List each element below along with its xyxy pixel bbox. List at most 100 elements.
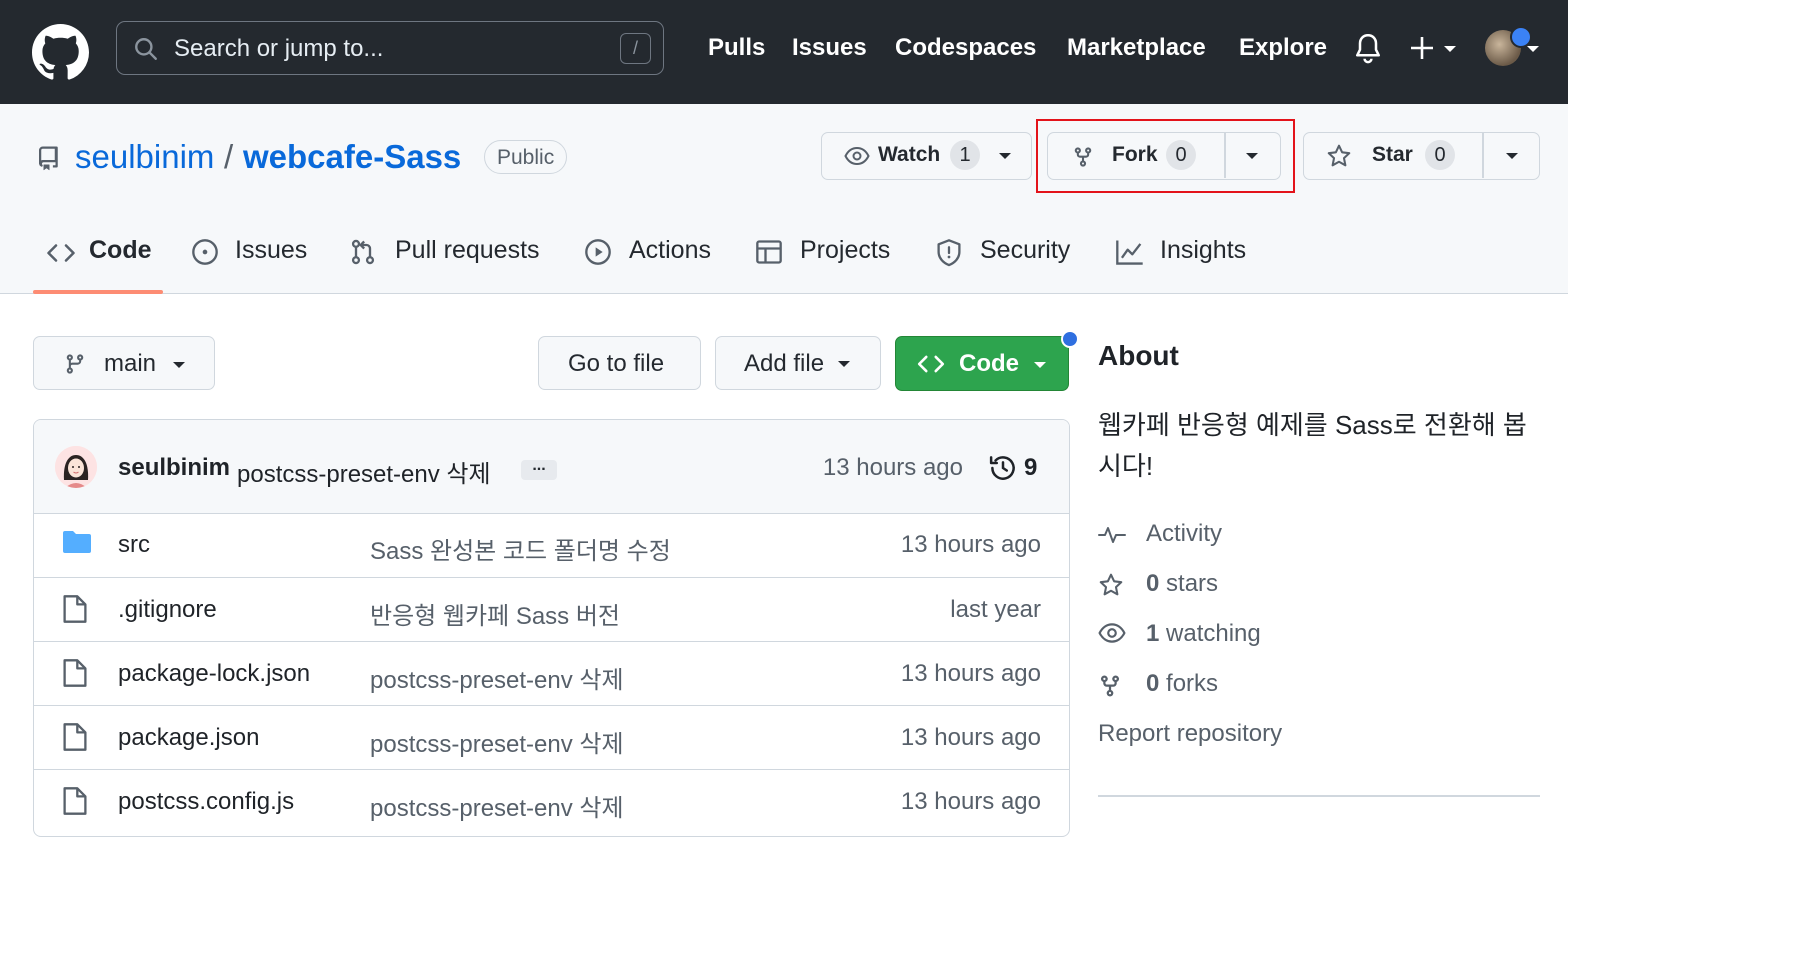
stars-count: 0 [1146, 570, 1160, 597]
branch-select-button[interactable]: main [33, 336, 215, 390]
file-browser: seulbinim postcss-preset-env 삭제 ... 13 h… [33, 419, 1070, 837]
go-to-file-label: Go to file [568, 350, 665, 377]
chevron-down-icon[interactable] [1526, 44, 1540, 54]
history-icon[interactable] [988, 453, 1018, 483]
top-header: Search or jump to... / Pulls Issues Code… [0, 0, 1568, 104]
file-commit-message[interactable]: 반응형 웹카페 Sass 버전 [370, 596, 620, 631]
file-name[interactable]: postcss.config.js [118, 788, 294, 816]
shield-icon [935, 238, 963, 268]
watch-button[interactable]: Watch 1 [822, 133, 993, 178]
commit-author-avatar[interactable] [55, 446, 97, 488]
search-shortcut-key: / [620, 33, 651, 64]
nav-codespaces[interactable]: Codespaces [895, 34, 1036, 62]
file-name[interactable]: src [118, 531, 150, 559]
branch-name: main [104, 350, 157, 377]
chevron-down-icon [172, 361, 186, 370]
visibility-badge: Public [484, 140, 568, 174]
play-icon [584, 238, 612, 266]
file-row[interactable]: .gitignore 반응형 웹카페 Sass 버전 last year [34, 577, 1069, 641]
nav-issues[interactable]: Issues [792, 34, 867, 62]
file-commit-time: last year [950, 596, 1041, 623]
activity-label: Activity [1146, 520, 1223, 547]
file-name[interactable]: package.json [118, 724, 259, 752]
watching-label: watching [1166, 620, 1261, 647]
folder-icon [62, 529, 92, 555]
file-name[interactable]: .gitignore [118, 596, 217, 624]
file-commit-message[interactable]: Sass 완성본 코드 폴더명 수정 [370, 531, 671, 566]
issue-icon [191, 238, 219, 266]
watching-count: 1 [1146, 620, 1160, 647]
tab-security[interactable]: Security [980, 236, 1070, 265]
tab-issues[interactable]: Issues [235, 236, 307, 265]
repo-name-link[interactable]: webcafe-Sass [243, 138, 461, 176]
chevron-down-icon[interactable] [1505, 152, 1519, 161]
file-row[interactable]: postcss.config.js postcss-preset-env 삭제 … [34, 769, 1069, 833]
file-commit-time: 13 hours ago [900, 660, 1041, 687]
about-description: 웹카페 반응형 예제를 Sass로 전환해 봅시다! [1098, 410, 1527, 481]
star-button[interactable]: Star 0 [1304, 133, 1482, 178]
chevron-down-icon [1033, 361, 1047, 370]
star-label: Star [1372, 143, 1413, 166]
fork-icon [1098, 672, 1122, 700]
watch-button-group: Watch 1 [821, 132, 1032, 180]
add-file-button[interactable]: Add file [715, 336, 881, 390]
file-row[interactable]: package-lock.json postcss-preset-env 삭제 … [34, 641, 1069, 705]
create-new-menu[interactable] [1408, 32, 1460, 64]
file-icon [62, 722, 88, 752]
tab-actions[interactable]: Actions [629, 236, 711, 265]
graph-icon [1115, 238, 1145, 266]
file-row[interactable]: src Sass 완성본 코드 폴더명 수정 13 hours ago [34, 513, 1069, 577]
about-heading: About [1098, 340, 1179, 371]
tab-insights[interactable]: Insights [1160, 236, 1246, 265]
tab-projects[interactable]: Projects [800, 236, 890, 265]
search-icon [133, 36, 159, 62]
forks-label: forks [1166, 670, 1219, 697]
add-file-label: Add file [744, 350, 825, 377]
sidebar-divider [1098, 795, 1540, 797]
commit-count[interactable]: 9 [1024, 454, 1037, 482]
tab-pull-requests[interactable]: Pull requests [395, 236, 540, 265]
star-icon [1326, 143, 1352, 169]
tab-code[interactable]: Code [89, 236, 152, 265]
star-count: 0 [1425, 140, 1455, 170]
commit-author[interactable]: seulbinim [118, 454, 230, 482]
file-icon [62, 658, 88, 688]
code-dropdown-button[interactable]: Code [895, 336, 1069, 391]
repo-icon [36, 146, 60, 174]
expand-commit-button[interactable]: ... [521, 458, 557, 480]
file-commit-time: 13 hours ago [900, 724, 1041, 751]
repo-owner-link[interactable]: seulbinim [75, 138, 214, 176]
nav-marketplace[interactable]: Marketplace [1067, 34, 1206, 62]
repo-separator: / [224, 138, 234, 175]
bell-icon[interactable] [1354, 33, 1382, 65]
search-input[interactable]: Search or jump to... / [116, 21, 664, 75]
chevron-down-icon[interactable] [998, 152, 1012, 161]
table-icon [755, 238, 783, 266]
file-row[interactable]: package.json postcss-preset-env 삭제 13 ho… [34, 705, 1069, 769]
commit-message[interactable]: postcss-preset-env 삭제 [237, 454, 491, 489]
star-icon [1098, 572, 1124, 598]
code-button-indicator-dot [1061, 330, 1079, 348]
pulse-icon [1098, 522, 1126, 548]
file-commit-message[interactable]: postcss-preset-env 삭제 [370, 724, 624, 759]
eye-icon [844, 146, 870, 166]
file-commit-message[interactable]: postcss-preset-env 삭제 [370, 788, 624, 823]
branch-icon [64, 351, 86, 377]
nav-pulls[interactable]: Pulls [708, 34, 765, 62]
watch-label: Watch [878, 143, 941, 166]
github-logo-icon[interactable] [32, 24, 89, 81]
go-to-file-button[interactable]: Go to file [538, 336, 701, 390]
code-icon [916, 351, 946, 377]
report-repository-link[interactable]: Report repository [1098, 720, 1282, 748]
eye-icon [1098, 622, 1126, 644]
file-commit-message[interactable]: postcss-preset-env 삭제 [370, 660, 624, 695]
code-icon [46, 238, 76, 268]
star-button-group: Star 0 [1303, 132, 1540, 180]
watch-count: 1 [950, 140, 980, 170]
file-commit-time: 13 hours ago [900, 788, 1041, 815]
search-placeholder: Search or jump to... [174, 35, 384, 62]
commit-time[interactable]: 13 hours ago [823, 454, 963, 482]
button-divider [1482, 133, 1484, 178]
file-name[interactable]: package-lock.json [118, 660, 310, 688]
nav-explore[interactable]: Explore [1239, 34, 1327, 62]
